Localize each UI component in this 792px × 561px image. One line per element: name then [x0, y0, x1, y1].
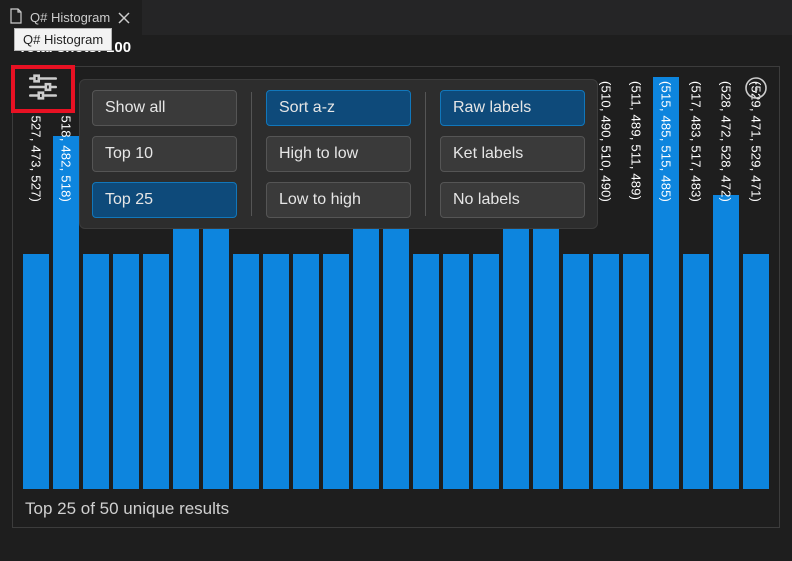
histogram-panel: Show all Top 10 Top 25 Sort a-z High to low…: [12, 66, 780, 528]
close-icon[interactable]: [116, 10, 132, 26]
bar[interactable]: (515, 485, 515, 485): [653, 77, 679, 489]
bar[interactable]: (528, 472, 528, 472): [713, 77, 739, 489]
menu-option[interactable]: Show all: [92, 90, 237, 126]
bar[interactable]: (529, 471, 529, 471): [743, 77, 769, 489]
menu-col-labels: Raw labels Ket labels No labels: [440, 90, 585, 218]
menu-col-sort: Sort a-z High to low Low to high: [266, 90, 411, 218]
menu-divider: [425, 92, 426, 216]
total-shots-label: Total shots: 100: [0, 35, 792, 60]
results-summary: Top 25 of 50 unique results: [25, 499, 229, 519]
bar[interactable]: (517, 483, 517, 483): [683, 77, 709, 489]
menu-option[interactable]: Low to high: [266, 182, 411, 218]
sliders-icon: [26, 70, 60, 109]
bar-label: (511, 489, 511, 489): [629, 81, 644, 200]
tab-title: Q# Histogram: [30, 10, 110, 25]
settings-button-highlight[interactable]: [11, 65, 75, 113]
info-icon: [744, 76, 768, 105]
tab-bar: Q# Histogram Q# Histogram: [0, 0, 792, 35]
bar-label: (515, 485, 515, 485): [659, 81, 674, 202]
bar[interactable]: (482, 518, 482, 518): [53, 77, 79, 489]
bar[interactable]: (511, 489, 511, 489): [623, 77, 649, 489]
menu-option[interactable]: Sort a-z: [266, 90, 411, 126]
bar-label: (528, 472, 528, 472): [719, 81, 734, 202]
menu-option[interactable]: Top 25: [92, 182, 237, 218]
info-button[interactable]: [743, 77, 769, 103]
bar-label: (510, 490, 510, 490): [599, 81, 614, 202]
menu-divider: [251, 92, 252, 216]
filter-menu: Show all Top 10 Top 25 Sort a-z High to low…: [79, 79, 598, 229]
bar-label: (517, 483, 517, 483): [689, 81, 704, 202]
menu-option[interactable]: High to low: [266, 136, 411, 172]
menu-option[interactable]: No labels: [440, 182, 585, 218]
bar[interactable]: (479, 527, 473, 527): [23, 77, 49, 489]
menu-option[interactable]: Top 10: [92, 136, 237, 172]
file-icon: [8, 8, 24, 27]
menu-col-filter: Show all Top 10 Top 25: [92, 90, 237, 218]
menu-option[interactable]: Ket labels: [440, 136, 585, 172]
tab-tooltip: Q# Histogram: [14, 28, 112, 51]
menu-option[interactable]: Raw labels: [440, 90, 585, 126]
